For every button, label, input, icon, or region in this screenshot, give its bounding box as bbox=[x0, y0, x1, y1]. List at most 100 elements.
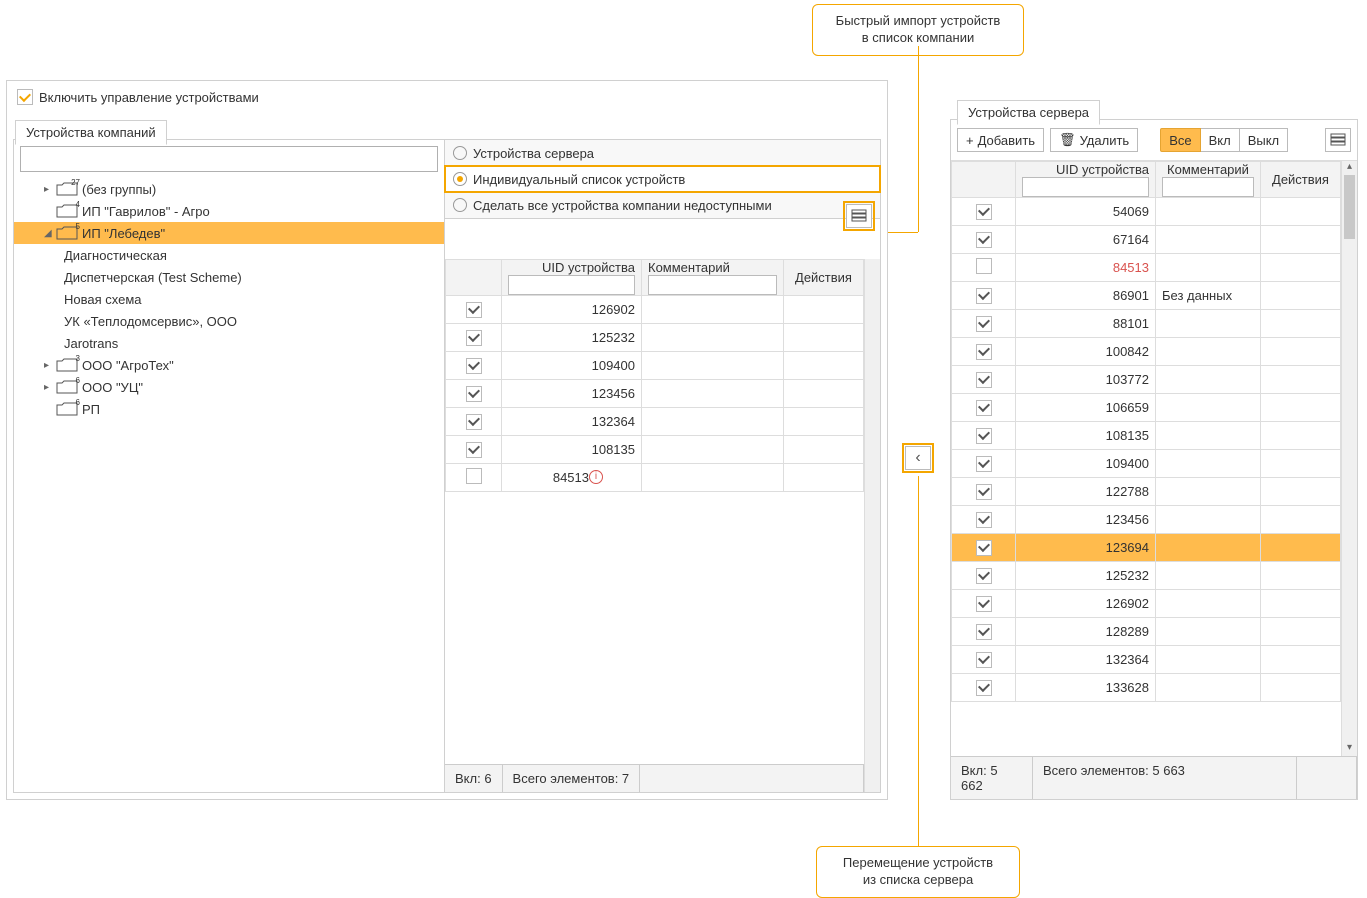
tree-item[interactable]: ▸27(без группы) bbox=[14, 178, 444, 200]
row-checkbox[interactable] bbox=[466, 468, 482, 484]
transfer-left-button[interactable]: ‹ bbox=[905, 446, 931, 470]
table-row[interactable]: 103772 bbox=[952, 366, 1341, 394]
table-row[interactable]: 125232 bbox=[952, 562, 1341, 590]
row-checkbox[interactable] bbox=[976, 652, 992, 668]
table-row[interactable]: 123456 bbox=[952, 506, 1341, 534]
table-row[interactable]: 108135 bbox=[952, 422, 1341, 450]
tree-item[interactable]: Новая схема bbox=[14, 288, 444, 310]
table-row[interactable]: 128289 bbox=[952, 618, 1341, 646]
row-checkbox[interactable] bbox=[466, 386, 482, 402]
tree-item[interactable]: ◢5ИП "Лебедев" bbox=[14, 222, 444, 244]
quick-import-button[interactable] bbox=[846, 204, 872, 228]
row-checkbox[interactable] bbox=[976, 428, 992, 444]
tree-item[interactable]: 6РП bbox=[14, 398, 444, 420]
row-checkbox[interactable] bbox=[976, 512, 992, 528]
server-list-view-button[interactable] bbox=[1325, 128, 1351, 152]
table-row[interactable]: 122788 bbox=[952, 478, 1341, 506]
filter-all-button[interactable]: Все bbox=[1160, 128, 1200, 152]
radio-server-devices[interactable]: Устройства сервера bbox=[445, 140, 880, 166]
tree-item-label: ИП "Лебедев" bbox=[82, 226, 165, 241]
row-checkbox[interactable] bbox=[976, 232, 992, 248]
row-checkbox[interactable] bbox=[466, 302, 482, 318]
row-checkbox[interactable] bbox=[976, 484, 992, 500]
table-row[interactable]: i84513 bbox=[446, 464, 864, 492]
row-checkbox[interactable] bbox=[466, 442, 482, 458]
table-row[interactable]: 108135 bbox=[446, 436, 864, 464]
server-device-table: UID устройства Комментарий Действия 5406… bbox=[951, 161, 1341, 702]
row-checkbox[interactable] bbox=[466, 358, 482, 374]
tree-item[interactable]: Диагностическая bbox=[14, 244, 444, 266]
table-row[interactable]: 126902 bbox=[446, 296, 864, 324]
company-devices-panel: Включить управление устройствами Устройс… bbox=[6, 80, 888, 800]
row-checkbox[interactable] bbox=[976, 316, 992, 332]
table-row[interactable]: 88101 bbox=[952, 310, 1341, 338]
table-row[interactable]: 123456 bbox=[446, 380, 864, 408]
row-checkbox[interactable] bbox=[976, 400, 992, 416]
radio-disable-all[interactable]: Сделать все устройства компании недоступ… bbox=[445, 192, 880, 218]
table-row[interactable]: 84513 bbox=[952, 254, 1341, 282]
server-devices-tab[interactable]: Устройства сервера bbox=[957, 100, 1100, 125]
table-row[interactable]: 123694 bbox=[952, 534, 1341, 562]
table-row[interactable]: 132364 bbox=[952, 646, 1341, 674]
row-checkbox[interactable] bbox=[466, 414, 482, 430]
expand-icon: ▸ bbox=[44, 360, 56, 371]
table-row[interactable]: 125232 bbox=[446, 324, 864, 352]
filter-uid-input[interactable] bbox=[508, 275, 635, 295]
enable-device-mgmt-label: Включить управление устройствами bbox=[39, 90, 259, 105]
table-row[interactable]: 109400 bbox=[952, 450, 1341, 478]
table-row[interactable]: 86901Без данных bbox=[952, 282, 1341, 310]
server-devices-panel: Устройства сервера +Добавить 🗑Удалить Вс… bbox=[950, 119, 1358, 800]
company-tree[interactable]: ▸27(без группы)4ИП "Гаврилов" - Агро◢5ИП… bbox=[14, 178, 444, 792]
row-checkbox[interactable] bbox=[976, 568, 992, 584]
delete-button[interactable]: 🗑Удалить bbox=[1050, 128, 1138, 152]
table-row[interactable]: 132364 bbox=[446, 408, 864, 436]
tree-item[interactable]: 4ИП "Гаврилов" - Агро bbox=[14, 200, 444, 222]
server-filter-comment-input[interactable] bbox=[1162, 177, 1254, 197]
folder-icon: 6 bbox=[56, 380, 78, 394]
radio-icon bbox=[453, 146, 467, 160]
table-row[interactable]: 126902 bbox=[952, 590, 1341, 618]
tree-item[interactable]: Диспетчерская (Test Scheme) bbox=[14, 266, 444, 288]
enable-device-mgmt-checkbox[interactable] bbox=[17, 89, 33, 105]
filter-off-button[interactable]: Выкл bbox=[1240, 128, 1288, 152]
row-checkbox[interactable] bbox=[976, 596, 992, 612]
filter-comment-input[interactable] bbox=[648, 275, 777, 295]
server-table-scrollbar[interactable]: ▴ ▾ bbox=[1341, 161, 1357, 756]
row-checkbox[interactable] bbox=[976, 204, 992, 220]
callout-move: Перемещение устройств из списка сервера bbox=[816, 846, 1020, 898]
tree-item-label: ИП "Гаврилов" - Агро bbox=[82, 204, 210, 219]
tree-item[interactable]: Jarotrans bbox=[14, 332, 444, 354]
company-table-footer: Вкл: 6 Всего элементов: 7 bbox=[445, 764, 864, 792]
table-row[interactable]: 133628 bbox=[952, 674, 1341, 702]
filter-on-button[interactable]: Вкл bbox=[1201, 128, 1240, 152]
tree-item[interactable]: УК «Теплодомсервис», ООО bbox=[14, 310, 444, 332]
row-checkbox[interactable] bbox=[976, 344, 992, 360]
row-checkbox[interactable] bbox=[976, 288, 992, 304]
table-row[interactable]: 106659 bbox=[952, 394, 1341, 422]
company-table-scrollbar[interactable] bbox=[864, 259, 880, 792]
company-device-table: UID устройства Комментарий Действия 1269… bbox=[445, 259, 864, 492]
company-tree-search[interactable] bbox=[20, 146, 438, 172]
tree-item-label: ООО "АгроТех" bbox=[82, 358, 174, 373]
row-checkbox[interactable] bbox=[976, 624, 992, 640]
tree-item[interactable]: ▸3ООО "АгроТех" bbox=[14, 354, 444, 376]
tree-item-label: Jarotrans bbox=[64, 336, 118, 351]
company-devices-tab[interactable]: Устройства компаний bbox=[15, 120, 167, 145]
row-checkbox[interactable] bbox=[976, 372, 992, 388]
table-row[interactable]: 67164 bbox=[952, 226, 1341, 254]
chevron-left-icon: ‹ bbox=[915, 449, 920, 467]
radio-individual-list[interactable]: Индивидуальный список устройств bbox=[445, 166, 880, 192]
table-row[interactable]: 54069 bbox=[952, 198, 1341, 226]
row-checkbox[interactable] bbox=[976, 456, 992, 472]
table-row[interactable]: 109400 bbox=[446, 352, 864, 380]
radio-icon bbox=[453, 172, 467, 186]
server-filter-uid-input[interactable] bbox=[1022, 177, 1149, 197]
table-row[interactable]: 100842 bbox=[952, 338, 1341, 366]
row-checkbox[interactable] bbox=[466, 330, 482, 346]
add-button[interactable]: +Добавить bbox=[957, 128, 1044, 152]
row-checkbox[interactable] bbox=[976, 680, 992, 696]
tree-item[interactable]: ▸6ООО "УЦ" bbox=[14, 376, 444, 398]
filter-segment: Все Вкл Выкл bbox=[1160, 128, 1288, 152]
row-checkbox[interactable] bbox=[976, 540, 992, 556]
row-checkbox[interactable] bbox=[976, 258, 992, 274]
